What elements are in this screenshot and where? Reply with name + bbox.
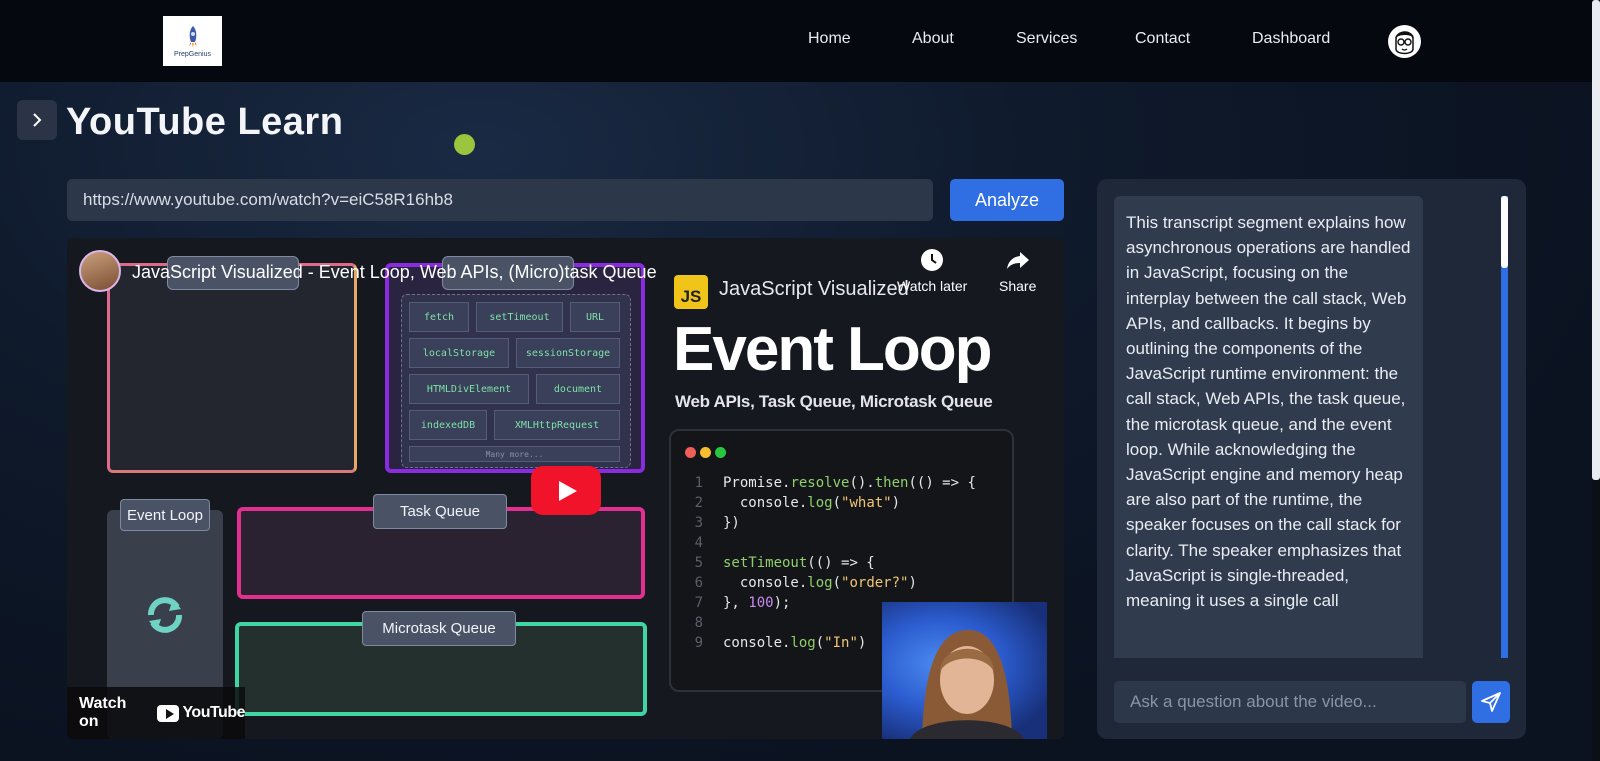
code-line: 4 xyxy=(694,535,703,551)
call-stack-box xyxy=(107,263,357,473)
window-dot xyxy=(700,447,711,458)
top-navbar: PrepGenius Home About Services Contact D… xyxy=(0,0,1600,82)
code-line: 8 xyxy=(694,615,703,631)
chevron-right-icon xyxy=(33,113,42,127)
code-line: 5 setTimeout(() => { xyxy=(694,555,875,571)
api-chip: localStorage xyxy=(409,338,509,368)
nav-about[interactable]: About xyxy=(912,30,954,48)
refresh-icon xyxy=(148,597,182,633)
play-button[interactable] xyxy=(531,466,601,515)
watch-later-label: Watch later xyxy=(897,278,968,294)
send-button[interactable] xyxy=(1472,681,1510,723)
api-chip: HTMLDivElement xyxy=(409,374,529,404)
nav-contact[interactable]: Contact xyxy=(1135,30,1190,48)
code-line: 7}, 100); xyxy=(694,595,791,611)
transcript-scrollbar-thumb[interactable] xyxy=(1501,196,1508,268)
rocket-icon xyxy=(188,25,197,48)
thumbnail-subheadline: Web APIs, Task Queue, Microtask Queue xyxy=(675,392,993,411)
watch-on-label: Watch on xyxy=(79,695,127,730)
analyze-button[interactable]: Analyze xyxy=(950,179,1064,221)
chat-panel: This transcript segment explains how asy… xyxy=(1097,179,1526,739)
code-line: 6 console.log("order?") xyxy=(694,575,917,591)
ask-question-input[interactable] xyxy=(1114,681,1466,723)
transcript-summary: This transcript segment explains how asy… xyxy=(1114,196,1423,658)
task-queue-label: Task Queue xyxy=(373,494,507,529)
api-chip: setTimeout xyxy=(476,302,563,332)
share-icon xyxy=(1006,252,1029,269)
page-title: YouTube Learn xyxy=(66,101,344,143)
watch-later-button[interactable]: Watch later xyxy=(897,248,967,294)
api-chip: XMLHttpRequest xyxy=(494,410,620,440)
send-icon xyxy=(1481,692,1501,712)
code-line: 9 console.log("In") xyxy=(694,635,867,651)
sidebar-toggle-button[interactable] xyxy=(17,100,57,140)
youtube-video-embed[interactable]: fetch setTimeout URL localStorage sessio… xyxy=(67,238,1064,739)
presenter-silhouette xyxy=(910,629,1024,739)
status-dot xyxy=(454,134,475,155)
channel-avatar[interactable] xyxy=(79,250,121,292)
api-chip: sessionStorage xyxy=(516,338,620,368)
youtube-logo-icon xyxy=(156,704,180,722)
share-button[interactable]: Share xyxy=(999,248,1036,294)
page-scrollbar[interactable] xyxy=(1592,0,1600,761)
nav-home[interactable]: Home xyxy=(808,30,851,48)
avatar-face-icon xyxy=(1395,31,1414,55)
clock-icon xyxy=(921,249,944,271)
prepgenius-logo[interactable]: PrepGenius xyxy=(163,16,222,66)
series-label: JavaScript Visualized xyxy=(719,278,909,300)
user-avatar[interactable] xyxy=(1388,25,1421,58)
thumbnail-headline: Event Loop xyxy=(673,315,993,384)
page-scrollbar-thumb[interactable] xyxy=(1592,0,1600,480)
js-badge: JS xyxy=(674,275,708,309)
youtube-wordmark: YouTube xyxy=(182,704,245,721)
watch-on-youtube-link[interactable]: Watch on YouTube xyxy=(67,687,245,739)
microtask-queue-label: Microtask Queue xyxy=(362,611,516,646)
api-chip-more: Many more... xyxy=(409,446,620,462)
logo-text: PrepGenius xyxy=(174,50,211,58)
presenter-webcam xyxy=(882,602,1047,739)
video-title[interactable]: JavaScript Visualized - Event Loop, Web … xyxy=(132,262,657,283)
code-line: 3}) xyxy=(694,515,740,531)
window-dot xyxy=(685,447,696,458)
nav-services[interactable]: Services xyxy=(1016,30,1077,48)
share-label: Share xyxy=(999,278,1037,294)
nav-dashboard[interactable]: Dashboard xyxy=(1252,30,1330,48)
api-chip: document xyxy=(536,374,620,404)
api-chip: indexedDB xyxy=(409,410,487,440)
youtube-url-input[interactable] xyxy=(67,179,933,221)
code-line: 2 console.log("what") xyxy=(694,495,901,511)
event-loop-label: Event Loop xyxy=(120,499,210,531)
code-line: 1 Promise.resolve().then(() => { xyxy=(694,475,976,491)
window-dot xyxy=(715,447,726,458)
transcript-scrollbar[interactable] xyxy=(1501,196,1508,658)
api-chip: fetch xyxy=(409,302,469,332)
api-chip: URL xyxy=(570,302,620,332)
